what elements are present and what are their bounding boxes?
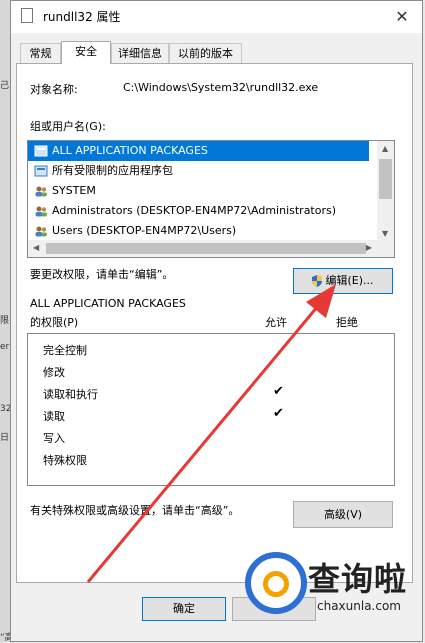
watermark-logo: 查询啦 chaxunla.com <box>245 549 417 631</box>
annotation-arrow <box>86 284 336 583</box>
tab-security[interactable]: 安全 <box>61 41 111 64</box>
annotation-arrow-shaft <box>86 305 320 583</box>
watermark-title: 查询啦 <box>308 560 408 598</box>
watermark-url: chaxunla.com <box>317 599 401 613</box>
search-icon <box>245 552 307 614</box>
